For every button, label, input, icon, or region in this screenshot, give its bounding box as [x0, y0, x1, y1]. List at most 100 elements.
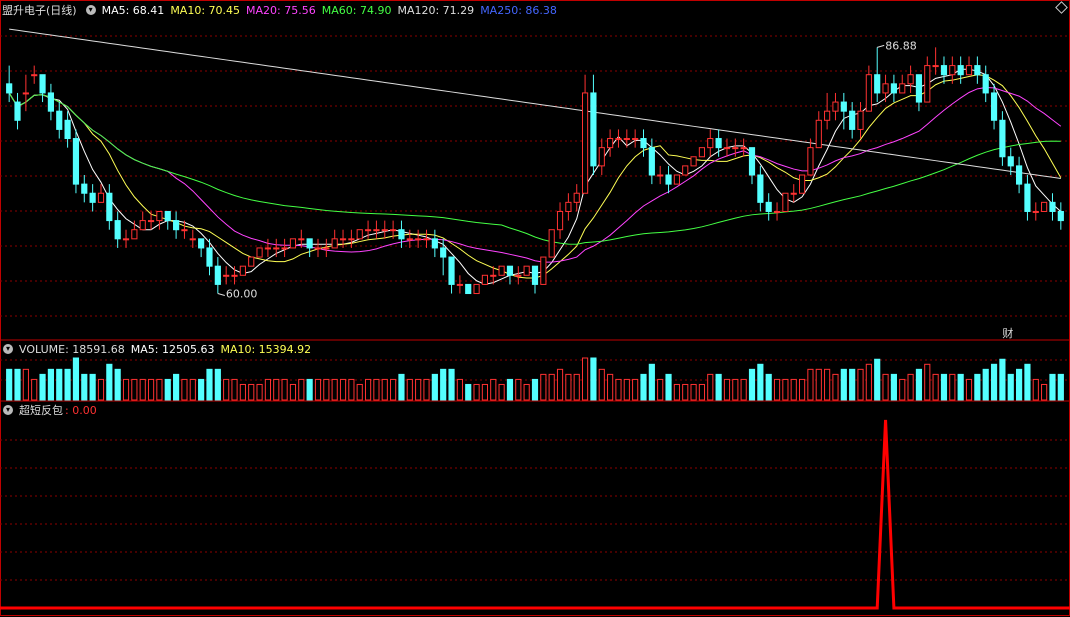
candle-body [732, 147, 739, 150]
high-price-label: 86.88 [885, 39, 917, 52]
candle-body [915, 74, 923, 103]
candle-body [198, 238, 205, 249]
candle-body [456, 283, 463, 286]
candle-body [1016, 165, 1023, 185]
volume-bar [874, 358, 881, 401]
volume-bar [790, 378, 797, 401]
volume-bar [607, 373, 614, 401]
candle-body [6, 83, 13, 94]
volume-bar [72, 357, 80, 401]
candle-body [999, 119, 1006, 158]
volume-bar [890, 373, 897, 401]
candle-body [957, 65, 964, 76]
candle-body [974, 65, 981, 76]
volume-bar [298, 378, 305, 401]
volume-bar [523, 383, 530, 401]
candle-body [598, 147, 605, 167]
candle-body [431, 238, 438, 249]
volume-bar [748, 368, 756, 401]
volume-bar [682, 383, 689, 401]
candle-body [515, 274, 522, 277]
indicator-title: 超短反包 [19, 404, 63, 417]
volume-bar [673, 383, 680, 401]
volume-bar [990, 363, 998, 401]
ma20-line [8, 86, 1062, 263]
volume-bar [773, 378, 781, 401]
volume-bar [815, 368, 822, 401]
volume-bar [181, 378, 188, 401]
volume-bar [690, 383, 697, 401]
candle-body [924, 65, 931, 103]
candle-body [298, 238, 305, 241]
candle-body [640, 138, 647, 149]
volume-bar [807, 368, 814, 401]
volume-bar [623, 378, 630, 401]
volume-bar [723, 378, 731, 401]
volume-bar [390, 378, 397, 401]
candle-body [665, 174, 672, 185]
candle-body [1032, 210, 1039, 213]
candle-body [448, 256, 455, 285]
candle-body [782, 192, 789, 212]
volume-bar [398, 373, 405, 401]
volume-bar [431, 373, 438, 401]
candle-body [72, 138, 80, 185]
volume-bar [1032, 378, 1039, 401]
indicator-panel-header: ▾ 超短反包 : 0.00 [0, 402, 103, 418]
volume-bar [465, 383, 472, 401]
volume-bar [490, 378, 497, 401]
volume-bar [498, 383, 505, 401]
volume-bar [657, 378, 664, 401]
event-marker[interactable]: 财 [1002, 326, 1013, 340]
candle-body [623, 138, 630, 141]
candle-body [206, 247, 213, 267]
candle-body [164, 210, 171, 222]
candle-body [323, 247, 330, 250]
candle-body [540, 256, 547, 285]
volume-bar [940, 373, 948, 401]
volume-bar [556, 368, 564, 401]
volume-bar [456, 378, 463, 401]
indicator-value: : 0.00 [65, 403, 97, 417]
candle-body [757, 174, 764, 203]
candle-body [982, 74, 989, 94]
volume-bar [590, 357, 597, 401]
chevron-down-icon[interactable]: ▾ [3, 344, 13, 354]
volume-bar [949, 373, 956, 401]
candle-body [581, 92, 589, 194]
volume-bar [865, 363, 872, 401]
volume-bar [732, 378, 739, 401]
volume-bar [540, 373, 547, 401]
volume-bar [824, 368, 831, 401]
volume-bar [782, 378, 789, 401]
chevron-down-icon[interactable]: ▾ [3, 405, 13, 415]
candle-body [181, 229, 188, 232]
volume-bar [573, 373, 580, 401]
candle-body [748, 147, 756, 176]
volume-bar [481, 383, 489, 401]
candle-body [932, 65, 939, 68]
volume-title: VOLUME: 18591.68 [19, 342, 125, 356]
volume-bar [999, 358, 1006, 401]
candle-body [965, 65, 973, 76]
volume-bar [273, 378, 280, 401]
volume-bar [331, 378, 338, 401]
volume-bar [440, 368, 447, 401]
volume-bar [581, 357, 589, 401]
volume-bar [665, 373, 672, 401]
candle-body [14, 101, 21, 121]
candle-body [106, 192, 113, 222]
candle-body [657, 174, 664, 177]
candle-body [273, 247, 280, 250]
candle-body [865, 74, 872, 112]
volume-bar [907, 373, 914, 401]
volume-bar [598, 368, 605, 401]
volume-bar [473, 383, 480, 401]
candle-body [807, 147, 814, 176]
candle-body [832, 101, 839, 112]
candle-body [364, 229, 372, 232]
stock-chart[interactable]: 86.88 60.00 财 [0, 0, 1070, 617]
candle-body [632, 138, 639, 141]
volume-bar [1057, 373, 1064, 401]
volume-bar [47, 368, 54, 401]
